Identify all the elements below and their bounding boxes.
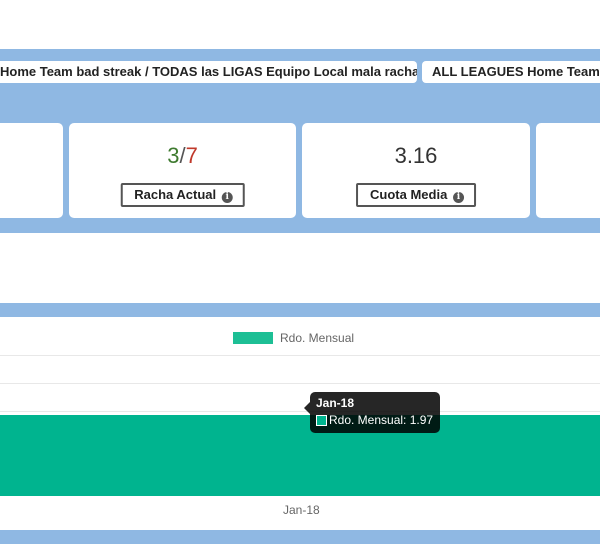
average-odds-button[interactable]: Cuota Media i bbox=[356, 183, 476, 207]
stat-card-partial-left bbox=[0, 123, 63, 218]
tooltip-colon: : bbox=[403, 413, 410, 427]
tooltip-title: Jan-18 bbox=[316, 396, 355, 410]
chart-frame-top bbox=[0, 303, 600, 317]
average-odds-value: 3.16 bbox=[394, 143, 438, 168]
header-band bbox=[0, 89, 600, 123]
legend-swatch bbox=[233, 332, 273, 344]
tooltip-row: Rdo. Mensual: 1.97 bbox=[316, 413, 434, 427]
streak-won: 3 bbox=[167, 143, 180, 168]
average-odds-label: Cuota Media bbox=[370, 187, 448, 202]
gridline bbox=[0, 383, 600, 384]
tooltip-value: 1.97 bbox=[409, 413, 434, 427]
streak-lost: 7 bbox=[185, 143, 198, 168]
stat-card-current-streak: 3/7 Racha Actual i bbox=[69, 123, 296, 218]
stat-card-partial-right bbox=[536, 123, 600, 218]
legend-label: Rdo. Mensual bbox=[280, 331, 355, 345]
tab-all-leagues-home-team[interactable]: ALL LEAGUES Home Team bbox=[422, 61, 600, 83]
chart-frame-bottom bbox=[0, 530, 600, 544]
current-streak-label: Racha Actual bbox=[134, 187, 217, 202]
gridline bbox=[0, 411, 600, 412]
chart-legend[interactable]: Rdo. Mensual bbox=[233, 331, 354, 345]
tooltip-swatch bbox=[316, 414, 327, 426]
info-icon[interactable]: i bbox=[452, 192, 464, 203]
gridline bbox=[0, 355, 600, 356]
tooltip-series: Rdo. Mensual bbox=[329, 413, 404, 427]
bar-jan-18[interactable] bbox=[0, 415, 600, 496]
current-streak-button[interactable]: Racha Actual i bbox=[120, 183, 245, 207]
x-tick-label: Jan-18 bbox=[283, 503, 320, 517]
stat-card-average-odds: 3.16 Cuota Media i bbox=[302, 123, 530, 218]
chart-tooltip: Jan-18 Rdo. Mensual: 1.97 bbox=[304, 392, 440, 433]
tab-home-team-bad-streak[interactable]: Home Team bad streak / TODAS las LIGAS E… bbox=[0, 61, 417, 83]
info-icon[interactable]: i bbox=[221, 192, 233, 203]
streak-value: 3/7 bbox=[69, 143, 296, 169]
page: Home Team bad streak / TODAS las LIGAS E… bbox=[0, 0, 600, 544]
